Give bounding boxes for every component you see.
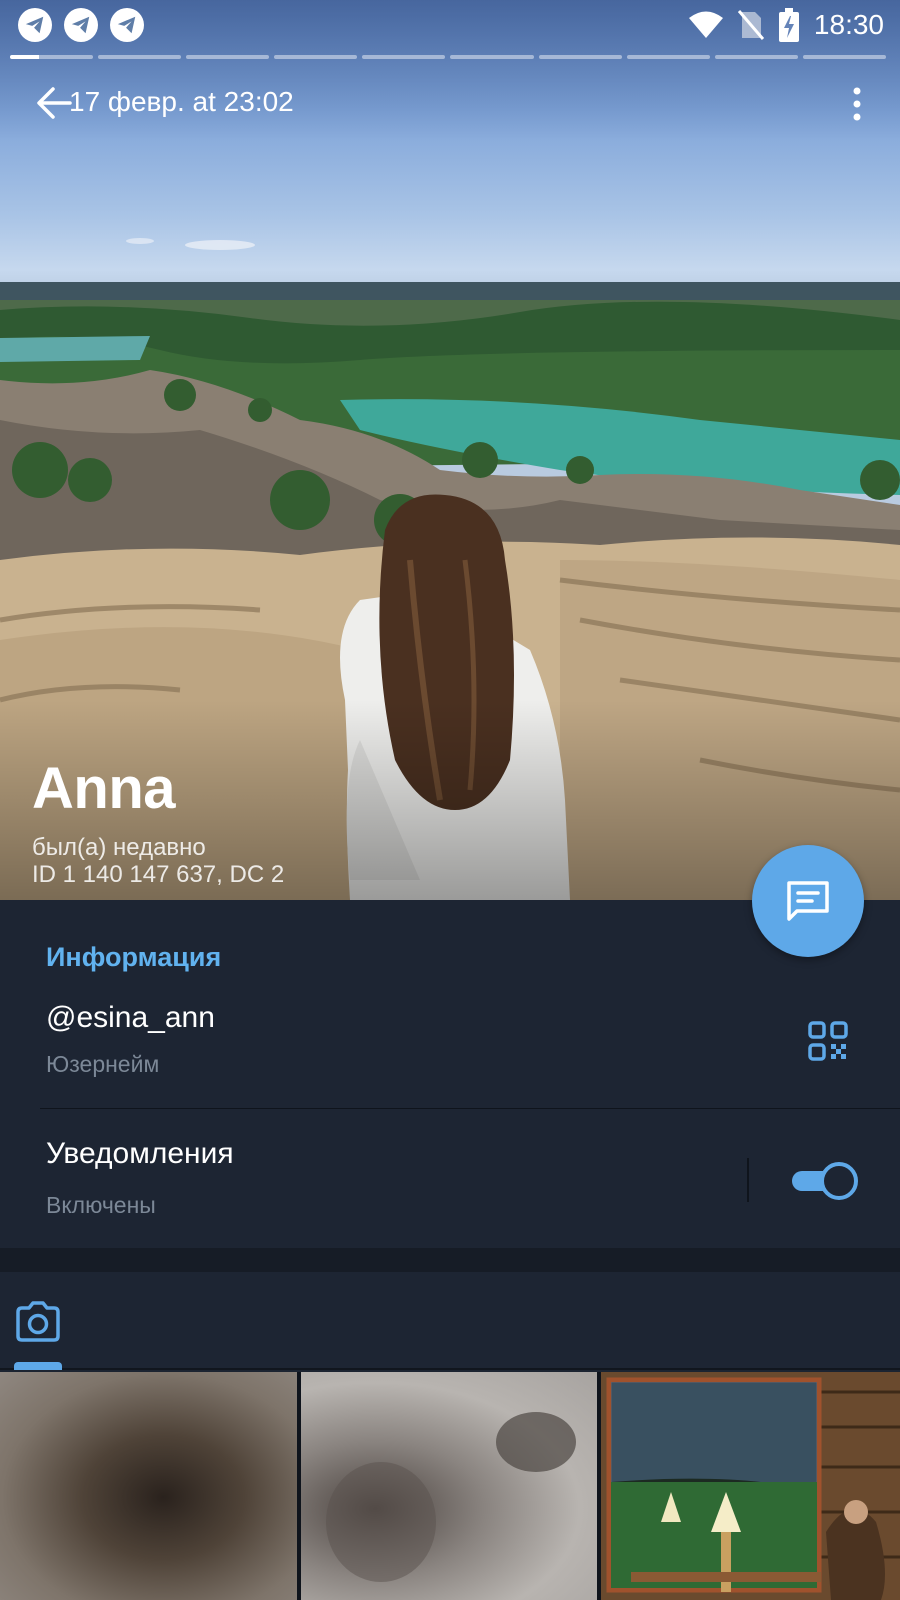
qr-code-button[interactable] (808, 1021, 848, 1061)
media-grid (0, 1372, 900, 1600)
telegram-icon (18, 8, 52, 42)
toggle-knob (820, 1162, 858, 1200)
story-segment (98, 55, 182, 59)
send-message-button[interactable] (752, 845, 864, 957)
qr-code-icon (808, 1021, 848, 1061)
media-thumbnail[interactable] (0, 1372, 297, 1600)
notifications-title: Уведомления (46, 1137, 234, 1170)
camera-icon (16, 1301, 60, 1342)
section-title: Информация (46, 942, 222, 972)
telegram-icon (64, 8, 98, 42)
story-segment (10, 55, 94, 59)
no-sim-icon (737, 10, 764, 40)
message-icon (787, 881, 829, 921)
clock: 18:30 (813, 9, 884, 40)
media-thumbnail[interactable] (301, 1372, 597, 1600)
media-tabs (0, 1272, 900, 1370)
more-menu-button[interactable] (850, 86, 864, 122)
profile-photo[interactable]: 18:30 17 февр. at 23:02 Anna был(а) неда… (0, 0, 900, 900)
username-value: @esina_ann (46, 1001, 215, 1034)
section-separator (0, 1248, 900, 1272)
wifi-icon (688, 11, 723, 38)
blurred-photo (326, 1412, 576, 1582)
top-bar: 17 февр. at 23:02 (0, 78, 900, 126)
profile-name: Anna (32, 756, 176, 821)
sauna-photo (601, 1372, 900, 1600)
notifications-toggle[interactable] (790, 1162, 858, 1200)
arrow-left-icon (37, 87, 72, 119)
status-bar: 18:30 (0, 0, 900, 50)
profile-id: ID 1 140 147 637, DC 2 (32, 861, 285, 888)
tab-indicator (14, 1362, 62, 1370)
notifications-row[interactable]: Уведомления Включены (0, 1109, 900, 1248)
telegram-icon (110, 8, 144, 42)
notification-icons (18, 8, 144, 42)
photo-date-title: 17 февр. at 23:02 (69, 86, 294, 117)
story-segment (626, 55, 710, 59)
story-segment (538, 55, 622, 59)
story-segment (802, 55, 886, 59)
username-label: Юзернейм (46, 1051, 160, 1077)
more-vert-icon (853, 87, 861, 121)
story-segment (714, 55, 798, 59)
media-thumbnail[interactable] (601, 1372, 900, 1600)
username-row[interactable]: @esina_ann Юзернейм (0, 985, 900, 1108)
tab-photos[interactable] (14, 1300, 62, 1344)
back-button[interactable] (36, 86, 72, 120)
profile-last-seen: был(а) недавно (32, 834, 206, 861)
battery-charging-icon (778, 8, 799, 42)
story-segment (450, 55, 534, 59)
story-segment (362, 55, 446, 59)
notifications-status: Включены (46, 1192, 156, 1218)
story-progress (10, 55, 886, 59)
story-segment (186, 55, 270, 59)
story-segment (274, 55, 358, 59)
vertical-divider (747, 1158, 749, 1202)
